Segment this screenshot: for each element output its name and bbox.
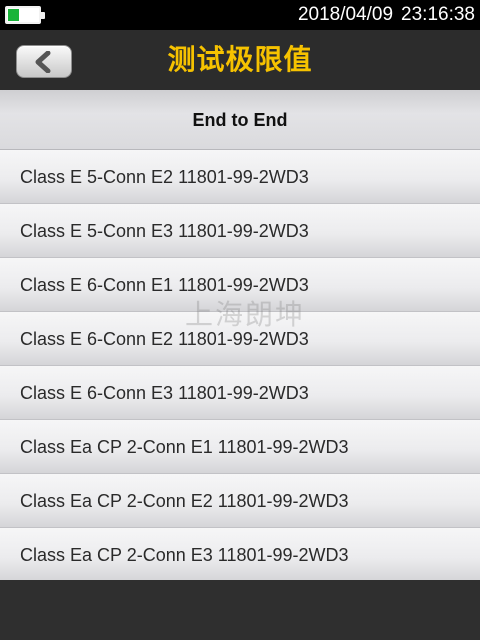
- list-item-label: Class Ea CP 2-Conn E2 11801-99-2WD3: [20, 491, 349, 511]
- status-date: 2018/04/09: [297, 4, 394, 25]
- list-item[interactable]: Class E 5-Conn E3 11801-99-2WD3: [0, 204, 480, 258]
- list-item[interactable]: Class E 5-Conn E2 11801-99-2WD3: [0, 150, 480, 204]
- list-item[interactable]: Class E 6-Conn E1 11801-99-2WD3: [0, 258, 480, 312]
- list-item-label: Class E 6-Conn E1 11801-99-2WD3: [20, 275, 309, 295]
- list-item[interactable]: Class E 6-Conn E2 11801-99-2WD3: [0, 312, 480, 366]
- back-button[interactable]: [16, 45, 72, 78]
- battery-icon: [5, 6, 45, 24]
- limits-list: End to End Class E 5-Conn E2 11801-99-2W…: [0, 90, 480, 582]
- group-header-label: End to End: [192, 110, 288, 130]
- status-bar: 2018/04/09 23:16:38: [0, 0, 480, 30]
- list-item-label: Class E 5-Conn E3 11801-99-2WD3: [20, 221, 309, 241]
- clock: 2018/04/09 23:16:38: [298, 3, 475, 27]
- battery-level: [8, 9, 20, 21]
- title-bar: 测试极限值: [0, 30, 480, 90]
- list-item[interactable]: Class E 6-Conn E3 11801-99-2WD3: [0, 366, 480, 420]
- list-item[interactable]: Class Ea CP 2-Conn E3 11801-99-2WD3: [0, 528, 480, 582]
- list-item-label: Class Ea CP 2-Conn E1 11801-99-2WD3: [20, 437, 349, 457]
- list-item[interactable]: Class Ea CP 2-Conn E1 11801-99-2WD3: [0, 420, 480, 474]
- bottom-bar: [0, 580, 480, 640]
- list-group-header: End to End: [0, 90, 480, 150]
- page-title: 测试极限值: [167, 43, 313, 76]
- status-time: 23:16:38: [401, 4, 475, 25]
- list-item-label: Class E 6-Conn E2 11801-99-2WD3: [20, 329, 309, 349]
- list-item[interactable]: Class Ea CP 2-Conn E2 11801-99-2WD3: [0, 474, 480, 528]
- list-item-label: Class E 6-Conn E3 11801-99-2WD3: [20, 383, 309, 403]
- list-item-label: Class Ea CP 2-Conn E3 11801-99-2WD3: [20, 545, 349, 565]
- list-item-label: Class E 5-Conn E2 11801-99-2WD3: [20, 167, 309, 187]
- chevron-left-icon: [35, 51, 51, 73]
